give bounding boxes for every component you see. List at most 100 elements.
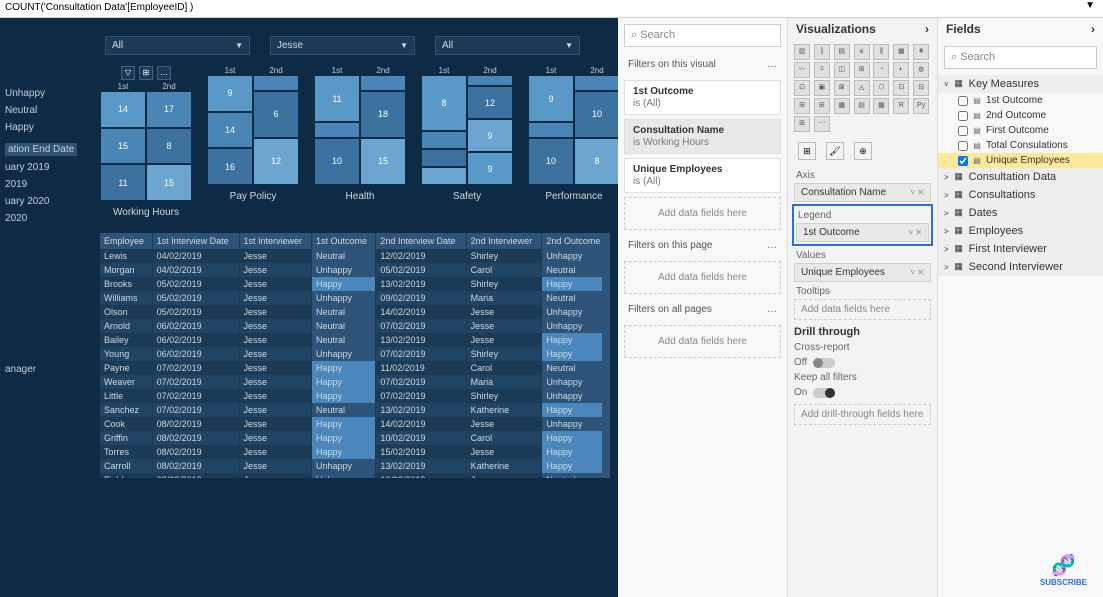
table-header[interactable]: Employee (100, 233, 152, 249)
table-row[interactable]: Sanchez07/02/2019JesseNeutral13/02/2019K… (100, 403, 610, 417)
fields-tab-icon[interactable]: ⊞ (798, 142, 816, 160)
treemap-visual[interactable]: 91416612 (207, 75, 299, 185)
table-header[interactable]: 2nd Interviewer (466, 233, 542, 249)
table-row[interactable]: Brooks05/02/2019JesseHappy13/02/2019Shir… (100, 277, 610, 291)
date-option[interactable]: 2020 (5, 213, 77, 224)
treemap-cell[interactable]: 17 (146, 91, 192, 128)
field-item[interactable]: ▤2nd Outcome (938, 108, 1103, 123)
treemap-cell[interactable] (253, 75, 299, 91)
treemap-cell[interactable] (421, 167, 467, 185)
viz-type-icon[interactable]: ⊞ (794, 98, 810, 114)
table-row[interactable]: Young06/02/2019JesseUnhappy07/02/2019Shi… (100, 347, 610, 361)
date-option[interactable]: uary 2020 (5, 196, 77, 207)
filter-drop-zone[interactable]: Add data fields here (624, 325, 781, 358)
filter-card[interactable]: Unique Employeesis (All) (624, 158, 781, 193)
filter-card[interactable]: 1st Outcomeis (All) (624, 80, 781, 115)
table-group-key-measures[interactable]: ˅▦Key Measures (938, 75, 1103, 93)
treemap-cell[interactable]: 14 (207, 112, 253, 149)
treemap-cell[interactable] (421, 149, 467, 167)
treemap-cell[interactable]: 18 (360, 91, 406, 138)
axis-field[interactable]: Consultation Name˅ ✕ (794, 183, 931, 202)
treemap-visual[interactable]: 81299 (421, 75, 513, 185)
field-checkbox[interactable] (958, 156, 968, 166)
treemap-cell[interactable]: 16 (207, 148, 253, 185)
table-header[interactable]: 2nd Outcome (542, 233, 610, 249)
slicer-interviewer[interactable]: Jesse▼ (270, 36, 415, 55)
treemap-visual[interactable]: 14151117815 (100, 91, 192, 201)
analytics-tab-icon[interactable]: ⊕ (854, 142, 872, 160)
treemap-cell[interactable] (528, 122, 574, 138)
treemap-cell[interactable]: 10 (528, 138, 574, 185)
viz-type-icon[interactable]: ⊞ (794, 116, 810, 132)
field-item[interactable]: ▤Unique Employees (938, 153, 1103, 168)
table-row[interactable]: Weaver07/02/2019JesseHappy07/02/2019Mari… (100, 375, 610, 389)
viz-type-icon[interactable]: 〰 (794, 62, 810, 78)
filter-drop-zone[interactable]: Add data fields here (624, 261, 781, 294)
table-header[interactable]: 2nd Interview Date (376, 233, 466, 249)
table-row[interactable]: Little07/02/2019JesseHappy07/02/2019Shir… (100, 389, 610, 403)
viz-type-icon[interactable]: ◐ (893, 62, 909, 78)
table-row[interactable]: Fields08/02/2019JesseUnhappy10/02/2019Je… (100, 473, 610, 478)
legend-field[interactable]: 1st Outcome˅ ✕ (796, 223, 929, 242)
table-group-dates[interactable]: ˃▦Dates (938, 204, 1103, 222)
keep-filters-toggle[interactable] (813, 388, 835, 398)
treemap-cell[interactable]: 14 (100, 91, 146, 128)
formula-bar[interactable]: COUNT('Consultation Data'[EmployeeID] ) … (0, 0, 1103, 18)
viz-type-icon[interactable]: ⊠ (834, 80, 850, 96)
viz-type-icon[interactable]: ⊡ (893, 80, 909, 96)
table-row[interactable]: Bailey06/02/2019JesseNeutral13/02/2019Je… (100, 333, 610, 347)
field-checkbox[interactable] (958, 96, 968, 106)
treemap-cell[interactable] (467, 75, 513, 86)
viz-type-icon[interactable]: ⩸ (854, 44, 870, 60)
treemap-cell[interactable]: 11 (100, 164, 146, 201)
treemap-cell[interactable]: 12 (467, 86, 513, 119)
formula-bar-caret-icon[interactable]: ▼ (1085, 0, 1095, 11)
remove-icon[interactable]: ˅ ✕ (908, 228, 922, 237)
visual-header-icon[interactable]: ▽ (121, 66, 135, 80)
chevron-right-icon[interactable]: › (925, 22, 929, 36)
table-group-consultations[interactable]: ˃▦Consultations (938, 186, 1103, 204)
viz-type-icon[interactable]: ▣ (814, 80, 830, 96)
table-group-employees[interactable]: ˃▦Employees (938, 222, 1103, 240)
viz-type-icon[interactable]: ⫼ (873, 44, 889, 60)
table-row[interactable]: Williams05/02/2019JesseUnhappy09/02/2019… (100, 291, 610, 305)
filters-search-input[interactable]: Search (624, 24, 781, 47)
viz-type-icon[interactable]: R (893, 98, 909, 114)
format-tab-icon[interactable]: 🖌 (826, 142, 844, 160)
treemap-cell[interactable]: 15 (360, 138, 406, 185)
viz-type-icon[interactable]: ⊟ (913, 80, 929, 96)
filter-drop-zone[interactable]: Add data fields here (624, 197, 781, 230)
table-row[interactable]: Morgan04/02/2019JesseUnhappy05/02/2019Ca… (100, 263, 610, 277)
viz-type-icon[interactable]: ⩩ (913, 44, 929, 60)
remove-icon[interactable]: ˅ ✕ (910, 268, 924, 277)
viz-type-icon[interactable]: Py (913, 98, 929, 114)
fields-search-input[interactable]: Search (944, 46, 1097, 69)
table-row[interactable]: Griffin08/02/2019JesseHappy10/02/2019Car… (100, 431, 610, 445)
viz-type-icon[interactable]: ⊞ (814, 98, 830, 114)
field-checkbox[interactable] (958, 141, 968, 151)
remove-icon[interactable]: ˅ ✕ (910, 188, 924, 197)
treemap-cell[interactable]: 8 (574, 138, 620, 185)
slicer-other[interactable]: All▼ (435, 36, 580, 55)
treemap-cell[interactable] (574, 75, 620, 91)
field-checkbox[interactable] (958, 111, 968, 121)
table-row[interactable]: Lewis04/02/2019JesseNeutral12/02/2019Shi… (100, 249, 610, 263)
treemap-cell[interactable] (360, 75, 406, 91)
table-group-first-interviewer[interactable]: ˃▦First Interviewer (938, 240, 1103, 258)
treemap-cell[interactable]: 12 (253, 138, 299, 185)
table-header[interactable]: 1st Outcome (312, 233, 376, 249)
treemap-visual[interactable]: 910108 (528, 75, 620, 185)
filter-card[interactable]: Consultation Nameis Working Hours (624, 119, 781, 154)
treemap-visual[interactable]: 11101815 (314, 75, 406, 185)
viz-type-icon[interactable]: ⊡ (794, 80, 810, 96)
values-field[interactable]: Unique Employees˅ ✕ (794, 263, 931, 282)
table-row[interactable]: Cook08/02/2019JesseHappy14/02/2019JesseU… (100, 417, 610, 431)
visual-header-icon[interactable]: ⊞ (139, 66, 153, 80)
treemap-cell[interactable]: 10 (574, 91, 620, 138)
viz-type-icon[interactable]: ▥ (794, 44, 810, 60)
table-header[interactable]: 1st Interview Date (152, 233, 239, 249)
viz-type-icon[interactable]: ⩯ (814, 62, 830, 78)
cross-report-toggle[interactable] (813, 358, 835, 368)
date-option[interactable]: uary 2019 (5, 162, 77, 173)
treemap-cell[interactable] (314, 122, 360, 138)
